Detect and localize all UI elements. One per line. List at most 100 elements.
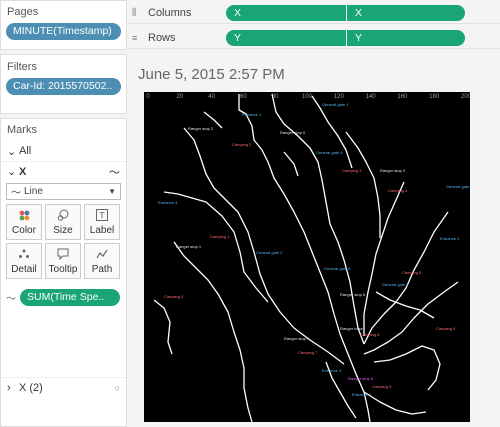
color-icon — [18, 209, 30, 223]
mark-buttons: Color Size T Label Detail Tooltip Path — [6, 204, 121, 279]
columns-pill-x-2[interactable]: X — [347, 4, 465, 21]
axis-tick-label: 120 — [334, 94, 345, 100]
rows-shelf[interactable]: ≡ Rows Y Y — [128, 27, 500, 49]
left-sidebar: Pages MINUTE(Timestamp) Filters Car-Id: … — [0, 0, 128, 427]
axis-tick-label: 40 — [208, 94, 215, 100]
mark-type-select[interactable]: 〜 Line ▼ — [6, 183, 121, 200]
marks-card: Marks ⌄ All ⌄ X 〜 〜 Line ▼ Color Size T … — [0, 118, 127, 427]
circle-mark-icon: ○ — [114, 382, 120, 393]
line-mark-icon: 〜 — [11, 188, 21, 199]
rows-pill-y[interactable]: Y — [226, 29, 346, 46]
map-label: Camping 2 — [232, 142, 252, 147]
columns-icon: ⫼ — [132, 7, 137, 17]
map-label: Ranger stop 6 — [340, 292, 366, 297]
pages-title: Pages — [7, 6, 39, 18]
columns-pill-x[interactable]: X — [226, 4, 346, 21]
tooltip-icon — [57, 248, 69, 262]
map-label: Ranger stop 0 — [280, 130, 306, 135]
marks-title: Marks — [7, 124, 37, 136]
label-button[interactable]: T Label — [84, 204, 120, 240]
map-label: Camping 3 — [342, 168, 362, 173]
axis-tick-label: 200 — [461, 94, 470, 100]
map-label: Ranger base — [340, 326, 364, 331]
tooltip-label: Tooltip — [48, 263, 78, 275]
marks-x-label: X — [19, 165, 27, 178]
map-label: Camping 8 — [360, 332, 380, 337]
detail-icon — [18, 248, 30, 262]
map-label: General gate 1 — [322, 102, 349, 107]
marks-all-label: All — [19, 145, 32, 157]
map-label: Ranger stop 2 — [188, 126, 214, 131]
size-icon — [57, 209, 69, 223]
color-label: Color — [12, 224, 36, 236]
filters-title: Filters — [7, 61, 37, 73]
chevron-right-icon[interactable]: › — [7, 382, 19, 394]
map-label: Camping 6 — [436, 326, 456, 331]
marks-x2-row[interactable]: › X (2) ○ — [1, 377, 126, 397]
size-pill-row: 〜 SUM(Time Spe.. — [6, 289, 121, 306]
map-label: Camping 5 — [402, 270, 422, 275]
map-background-image[interactable]: 0 20 40 60 80 100 120 140 160 180 200 Ge… — [144, 92, 470, 422]
detail-button[interactable]: Detail — [6, 243, 42, 279]
label-label: Label — [89, 224, 115, 236]
map-label: General gate 7 — [382, 282, 409, 287]
marks-x2-label: X (2) — [19, 381, 43, 394]
axis-tick-label: 60 — [240, 94, 247, 100]
caret-down-icon: ▼ — [108, 187, 116, 196]
map-label: Ranger stop 1 — [176, 244, 202, 249]
axis-tick-label: 160 — [397, 94, 408, 100]
shelves: ⫼ Columns X X ≡ Rows Y Y — [128, 0, 500, 52]
path-icon — [96, 248, 108, 262]
map-label: General gate 6 — [324, 266, 351, 271]
axis-tick-label: 0 — [146, 94, 150, 100]
filter-pill-car-id[interactable]: Car-Id: 2015570502.. — [6, 78, 121, 95]
chevron-down-icon[interactable]: ⌄ — [7, 145, 19, 158]
map-label: Entrance 3 — [322, 368, 342, 373]
rows-pill-y-2[interactable]: Y — [347, 29, 465, 46]
svg-text:T: T — [99, 210, 105, 220]
path-label: Path — [91, 263, 113, 275]
line-mark-icon: 〜 — [6, 294, 16, 305]
columns-shelf[interactable]: ⫼ Columns X X — [128, 2, 500, 24]
map-label: Camping 1 — [210, 234, 230, 239]
path-button[interactable]: Path — [84, 243, 120, 279]
rows-icon: ≡ — [132, 32, 138, 43]
detail-label: Detail — [11, 263, 37, 275]
mark-type-value: Line — [24, 186, 43, 197]
map-label: Ranger stop 3 — [380, 168, 406, 173]
road-map: 0 20 40 60 80 100 120 140 160 180 200 Ge… — [146, 93, 470, 422]
map-labels: General gate 1 Entrance 1 Ranger stop 2 … — [158, 102, 470, 397]
map-label: Ranger stop 5 — [348, 376, 374, 381]
page-title: June 5, 2015 2:57 PM — [138, 66, 285, 83]
axis-ticks: 0 20 40 60 80 100 120 140 160 180 200 — [146, 94, 470, 100]
marks-all-row[interactable]: ⌄ All — [1, 141, 126, 161]
view-canvas: June 5, 2015 2:57 PM 0 20 40 60 80 100 120 140 1… — [128, 52, 500, 427]
columns-label: Columns — [148, 6, 192, 19]
size-button[interactable]: Size — [45, 204, 81, 240]
filters-card: Filters Car-Id: 2015570502.. — [0, 54, 127, 114]
size-label: Size — [53, 224, 73, 236]
pages-pill[interactable]: MINUTE(Timestamp) — [6, 23, 121, 40]
label-icon: T — [96, 208, 108, 223]
map-label: General gate 2 — [256, 250, 283, 255]
marks-x-row[interactable]: ⌄ X 〜 — [1, 161, 126, 181]
map-label: Ranger stop 7 — [284, 336, 310, 341]
color-button[interactable]: Color — [6, 204, 42, 240]
tooltip-button[interactable]: Tooltip — [45, 243, 81, 279]
axis-tick-label: 100 — [302, 94, 313, 100]
rows-label: Rows — [148, 31, 176, 44]
map-label: Entrance 1 — [242, 112, 262, 117]
map-label: Entrance 4 — [158, 200, 178, 205]
line-mark-icon: 〜 — [109, 166, 120, 179]
map-label: General gate 5 — [446, 184, 470, 189]
size-measure-pill[interactable]: SUM(Time Spe.. — [20, 289, 120, 306]
chevron-down-icon[interactable]: ⌄ — [7, 165, 19, 178]
map-label: Camping 7 — [298, 350, 318, 355]
road-paths — [153, 93, 459, 422]
axis-tick-label: 180 — [429, 94, 440, 100]
map-label: Entrance 5 — [352, 392, 372, 397]
map-label: Camping 9 — [372, 384, 392, 389]
map-label: Entrance 2 — [440, 236, 460, 241]
map-label: General gate 4 — [316, 150, 343, 155]
map-label: Camping 4 — [388, 188, 408, 193]
